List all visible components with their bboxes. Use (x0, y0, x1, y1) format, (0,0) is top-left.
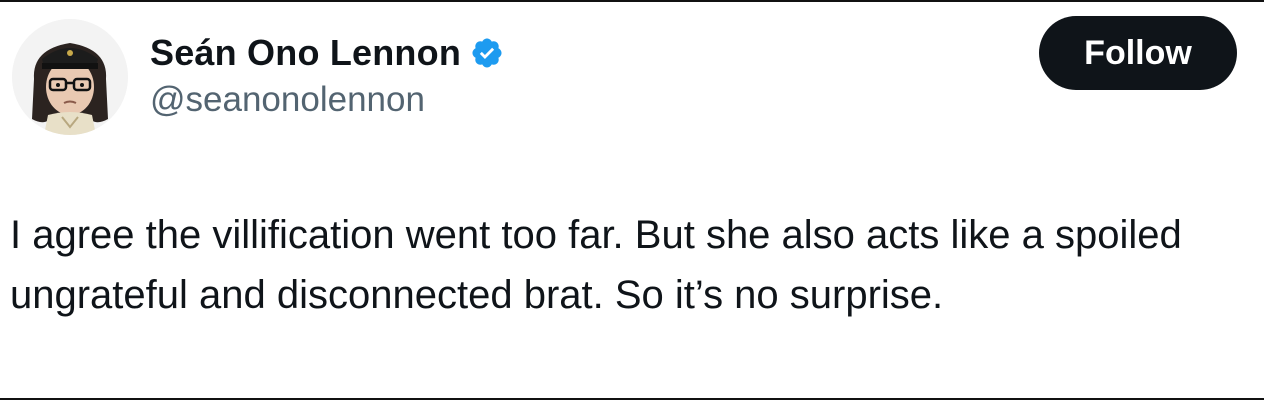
verified-badge-icon (472, 38, 502, 68)
author-name-row: Seán Ono Lennon (150, 28, 504, 78)
author-display-name[interactable]: Seán Ono Lennon (150, 32, 461, 74)
follow-button[interactable]: Follow (1039, 16, 1237, 90)
author-handle[interactable]: @seanonolennon (150, 80, 425, 120)
avatar-icon (12, 19, 128, 135)
avatar[interactable] (12, 19, 128, 135)
tweet-card: Seán Ono Lennon @seanonolennon Follow I … (0, 0, 1264, 400)
tweet-text: I agree the villification went too far. … (10, 213, 1182, 317)
